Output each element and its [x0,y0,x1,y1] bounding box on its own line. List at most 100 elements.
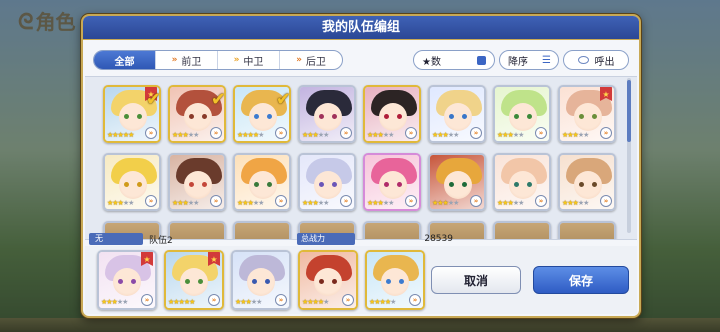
roster-character-card[interactable]: ★★★★★» ★ ✔ [103,85,161,143]
star-rating: ★★★★★ [101,298,128,306]
team-member-card[interactable]: ★★★★★ » [231,250,291,310]
roster-character-card[interactable]: ★★★★★ » [298,85,356,143]
scrollbar-thumb[interactable] [627,80,631,142]
star-rating: ★★★★★ [432,131,459,139]
checkmark-icon: ✔ [275,89,291,110]
star-rating: ★★★★★ [237,131,264,139]
star-rating: ★★★★★ [302,298,329,306]
sort-order-button[interactable]: 降序 ☰ [499,50,559,70]
character-roster: ★★★★★» ★ ✔ ★★★★★» ✔ ★★★★★» ✔ ★★★★★» ★★★★★» ★★★★★»… [85,76,637,240]
middle-icon: » [233,55,240,65]
star-rating: ★★★★★ [302,131,329,139]
roster-character-card[interactable]: ★★★★★ » [233,153,291,211]
background-bottom-nav [0,318,720,332]
toggle-icon [577,56,589,64]
dialog-title: 我的队伍编组 [83,16,639,40]
tab-position-1[interactable]: » 前卫 [156,51,218,69]
roster-character-card[interactable]: ★★★★★ » [558,153,616,211]
call-label: 呼出 [594,56,615,68]
star-rating: ★★★★★ [237,199,264,207]
star-rating: ★★★★★ [235,298,262,306]
roster-scrollbar[interactable] [627,78,631,233]
star-rating: ★★★★★ [172,131,199,139]
position-icon: » [145,127,157,139]
position-icon: » [208,294,220,306]
sort-order-label: 降序 [508,56,528,68]
front-icon: » [171,55,178,65]
checkmark-icon: ✔ [145,89,161,110]
star-rating: ★★★★★ [432,199,459,207]
team-member-card[interactable]: ★★★★★» ★ [164,250,224,310]
star-rating: ★★★★★ [107,131,134,139]
save-button[interactable]: 保存 [533,266,629,294]
roster-character-card[interactable]: ★★★★★ » [493,153,551,211]
power-label: 总战力 [297,233,355,245]
tab-position-3[interactable]: » 后卫 [280,51,342,69]
cancel-button[interactable]: 取消 [431,266,521,294]
star-rating: ★★★★★ [367,131,394,139]
position-filter: 全部» 前卫» 中卫» 后卫 [93,50,343,70]
roster-character-card[interactable]: ★★★★★» ★ [558,85,616,143]
position-icon: » [342,294,354,306]
star-rating: ★★★★★ [168,298,195,306]
star-rating: ★★★★★ [562,199,589,207]
checkmark-icon: ✔ [210,89,226,110]
position-icon: » [535,195,547,207]
position-icon: » [600,195,612,207]
team-name: 队伍2 [149,235,173,246]
position-icon: » [600,127,612,139]
position-icon: » [141,294,153,306]
roster-character-card[interactable]: ★★★★★ » [103,153,161,211]
team-info: 无 队伍2 [89,233,319,246]
tab-label: 后卫 [305,56,326,68]
swirl-icon: ᘓ [18,10,34,35]
roster-character-card[interactable]: ★★★★★ » [428,153,486,211]
position-icon: » [210,195,222,207]
roster-character-card[interactable]: ★★★★★ » [363,153,421,211]
call-button[interactable]: 呼出 [563,50,629,70]
star-rating: ★★★★★ [497,199,524,207]
tab-label: 中卫 [243,56,264,68]
roster-character-card[interactable]: ★★★★★ » ✔ [168,85,226,143]
team-member-card[interactable]: ★★★★★ » [365,250,425,310]
roster-character-card[interactable]: ★★★★★ » [428,85,486,143]
position-icon: » [470,127,482,139]
tab-position-0[interactable]: 全部 [94,51,156,69]
square-icon [477,55,486,65]
filter-bar: 全部» 前卫» 中卫» 后卫 ★数 降序 ☰ 呼出 [93,49,629,71]
team-slot-label: 无 [89,233,143,245]
star-rating: ★★★★★ [562,131,589,139]
star-rating: ★★★★★ [172,199,199,207]
total-power: 总战力 28539 [297,233,453,245]
position-icon: » [275,127,287,139]
position-icon: » [210,127,222,139]
sort-key-label: ★数 [422,56,441,68]
roster-character-card[interactable] [493,221,551,239]
sort-key-button[interactable]: ★数 [413,50,495,70]
background-title: ᘓ 角色 [18,10,76,35]
team-member-card[interactable]: ★★★★★ » [298,250,358,310]
power-value: 28539 [424,234,453,244]
roster-character-card[interactable]: ★★★★★ » [493,85,551,143]
position-icon: » [340,127,352,139]
star-rating: ★★★★★ [369,298,396,306]
roster-character-card[interactable]: ★★★★★ » ✔ [233,85,291,143]
roster-character-card[interactable]: ★★★★★ » [168,153,226,211]
tab-label: 全部 [114,56,135,68]
team-edit-dialog: 我的队伍编组 全部» 前卫» 中卫» 后卫 ★数 降序 ☰ 呼出 ★★★★★» ★ ✔ ★★… [81,14,641,318]
roster-character-card[interactable] [558,221,616,239]
position-icon: » [470,195,482,207]
roster-character-card[interactable]: ★★★★★ » [298,153,356,211]
position-icon: » [275,195,287,207]
team-member-card[interactable]: ★★★★★» ★ [97,250,157,310]
star-rating: ★★★★★ [367,199,394,207]
tab-label: 前卫 [181,56,202,68]
star-rating: ★★★★★ [497,131,524,139]
roster-character-card[interactable]: ★★★★★ » [363,85,421,143]
position-icon: » [340,195,352,207]
back-icon: » [296,55,302,65]
position-icon: » [535,127,547,139]
position-icon: » [405,195,417,207]
position-icon: » [275,294,287,306]
tab-position-2[interactable]: » 中卫 [218,51,280,69]
